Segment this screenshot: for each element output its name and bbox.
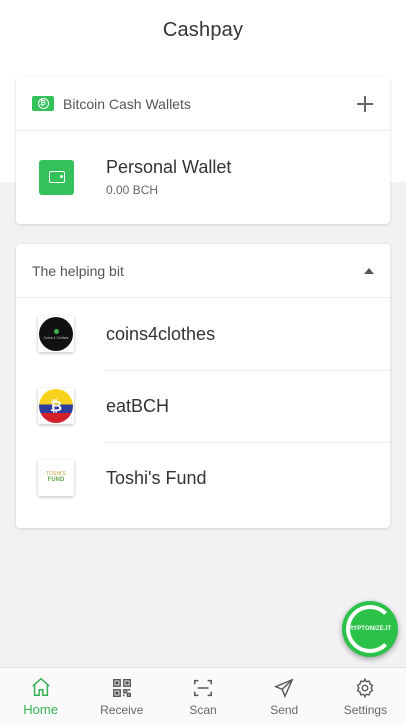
helping-item-toshis-fund[interactable]: TOSHI'S FUND Toshi's Fund [16, 442, 390, 514]
coins4clothes-logo-icon: Coins 4 Clothes [38, 316, 74, 352]
gear-icon [357, 677, 374, 698]
eatbch-logo-icon: ₿ [38, 388, 74, 424]
helping-bit-header[interactable]: The helping bit [16, 244, 390, 298]
helping-item-name: coins4clothes [106, 323, 216, 344]
helping-bit-card: The helping bit Coins 4 Clothes coins4cl… [16, 244, 390, 528]
home-icon [31, 677, 50, 696]
qr-code-icon [112, 678, 131, 697]
helping-item-eatbch[interactable]: ₿ eatBCH [16, 370, 390, 442]
wallet-icon [39, 159, 74, 195]
nav-receive-label: Receive [100, 702, 144, 717]
wallet-name: Personal Wallet [106, 157, 232, 177]
wallet-item-personal[interactable]: Personal Wallet 0.00 BCH [16, 131, 390, 223]
wallets-card: ₿ Bitcoin Cash Wallets Personal Wallet 0… [16, 77, 390, 224]
nav-home-label: Home [23, 702, 58, 717]
helping-item-name: eatBCH [106, 395, 170, 416]
nav-home[interactable]: Home [0, 668, 81, 725]
nav-settings[interactable]: Settings [325, 668, 406, 725]
bitcoin-cash-icon: ₿ [32, 96, 54, 111]
helping-item-name: Toshi's Fund [106, 467, 207, 488]
toshis-fund-logo-icon: TOSHI'S FUND [38, 460, 74, 496]
nav-send-label: Send [270, 702, 299, 717]
add-wallet-button[interactable] [356, 95, 374, 113]
app-screen: Cashpay ₿ Bitcoin Cash Wallets Personal … [0, 0, 406, 725]
bottom-navigation: Home Receive Scan Send Settings [0, 667, 406, 725]
helping-bit-title: The helping bit [32, 262, 124, 279]
nav-settings-label: Settings [343, 702, 388, 717]
nav-scan-label: Scan [189, 702, 217, 717]
nav-receive[interactable]: Receive [81, 668, 162, 725]
scan-icon [194, 679, 212, 696]
collapse-caret-icon[interactable] [364, 267, 374, 274]
helping-item-coins4clothes[interactable]: Coins 4 Clothes coins4clothes [16, 298, 390, 370]
cryptonize-floating-button[interactable]: RYPTONIZE.IT [342, 601, 398, 657]
nav-send[interactable]: Send [244, 668, 325, 725]
fab-label: RYPTONIZE.IT [348, 626, 392, 632]
wallets-card-header: ₿ Bitcoin Cash Wallets [16, 77, 390, 131]
wallets-card-title: Bitcoin Cash Wallets [63, 95, 191, 112]
send-icon [274, 677, 294, 698]
wallet-balance: 0.00 BCH [106, 183, 159, 197]
page-title: Cashpay [162, 18, 244, 41]
nav-scan[interactable]: Scan [162, 668, 243, 725]
